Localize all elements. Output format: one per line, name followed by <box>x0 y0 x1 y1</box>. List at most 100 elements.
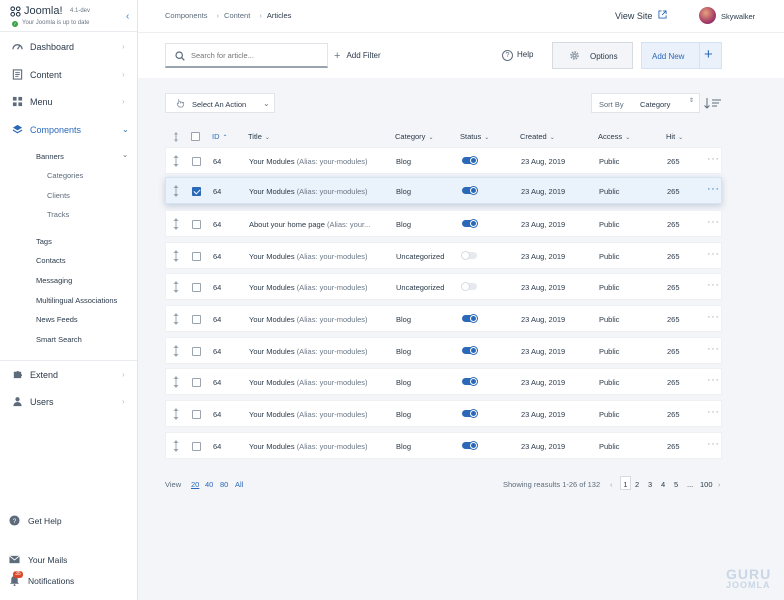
row-checkbox[interactable] <box>192 187 201 196</box>
row-checkbox[interactable] <box>192 315 201 324</box>
more-actions-icon[interactable]: ··· <box>707 153 720 165</box>
more-actions-icon[interactable]: ··· <box>707 216 720 228</box>
drag-handle-icon[interactable] <box>173 281 179 293</box>
status-toggle[interactable] <box>462 410 477 417</box>
next-page-icon[interactable]: › <box>718 480 721 489</box>
table-row[interactable]: 64 Your Modules (Alias: your-modules) Blog… <box>165 432 722 459</box>
more-actions-icon[interactable]: ··· <box>707 183 720 195</box>
sidebar-sub-contacts[interactable]: Contacts <box>36 256 66 265</box>
breadcrumb-components[interactable]: Components <box>165 11 208 20</box>
more-actions-icon[interactable]: ··· <box>707 374 720 386</box>
limit-option-all[interactable]: All <box>235 480 243 489</box>
drag-handle-icon[interactable] <box>173 313 179 325</box>
sidebar-item-users[interactable]: Users › <box>0 389 137 415</box>
table-row[interactable]: 64 Your Modules (Alias: your-modules) Blog… <box>165 368 722 395</box>
more-actions-icon[interactable]: ··· <box>707 438 720 450</box>
sort-direction-icon[interactable] <box>704 97 722 109</box>
page-4[interactable]: 4 <box>661 480 665 489</box>
sidebar-sub-categories[interactable]: Categories <box>47 171 83 180</box>
more-actions-icon[interactable]: ··· <box>707 343 720 355</box>
sidebar-sub-tags[interactable]: Tags <box>36 237 52 246</box>
row-checkbox[interactable] <box>192 347 201 356</box>
sidebar-notifications[interactable]: 35 Notifications <box>0 571 137 591</box>
sidebar-your-mails[interactable]: Your Mails <box>0 550 137 570</box>
help-button[interactable]: ? Help <box>502 50 533 61</box>
status-toggle[interactable] <box>462 283 477 290</box>
sidebar-sub-banners[interactable]: Banners <box>36 152 64 161</box>
table-row[interactable]: 64 About your home page (Alias: your... Bl… <box>165 210 722 237</box>
column-header-title[interactable]: Title ⌄ <box>248 132 270 141</box>
drag-handle-icon[interactable] <box>173 408 179 420</box>
table-row[interactable]: 64 Your Modules (Alias: your-modules) Blog… <box>165 400 722 427</box>
cell-title[interactable]: Your Modules (Alias: your-modules) <box>249 252 368 261</box>
column-header-category[interactable]: Category ⌄ <box>395 132 433 141</box>
column-header-status[interactable]: Status ⌄ <box>460 132 489 141</box>
row-checkbox[interactable] <box>192 410 201 419</box>
row-checkbox[interactable] <box>192 157 201 166</box>
sidebar-item-menu[interactable]: Menu › <box>0 89 137 115</box>
username[interactable]: Skywalker <box>721 12 755 21</box>
column-header-access[interactable]: Access ⌄ <box>598 132 630 141</box>
status-toggle[interactable] <box>462 220 477 227</box>
table-row[interactable]: 64 Your Modules (Alias: your-modules) Unca… <box>165 273 722 300</box>
page-2[interactable]: 2 <box>635 480 639 489</box>
drag-handle-icon[interactable] <box>173 155 179 167</box>
cell-title[interactable]: Your Modules (Alias: your-modules) <box>249 378 368 387</box>
article-title-link[interactable]: Your Modules <box>249 315 295 324</box>
breadcrumb-content[interactable]: Content <box>224 11 250 20</box>
page-1[interactable]: 1 <box>620 476 631 490</box>
row-checkbox[interactable] <box>192 442 201 451</box>
status-toggle[interactable] <box>462 378 477 385</box>
row-checkbox[interactable] <box>192 220 201 229</box>
sidebar-item-dashboard[interactable]: Dashboard › <box>0 34 137 60</box>
article-title-link[interactable]: Your Modules <box>249 252 295 261</box>
cell-title[interactable]: Your Modules (Alias: your-modules) <box>249 283 368 292</box>
table-row[interactable]: 64 Your Modules (Alias: your-modules) Blog… <box>165 305 722 332</box>
select-action-dropdown[interactable]: Select An Action ⌄ <box>165 93 275 113</box>
article-title-link[interactable]: Your Modules <box>249 157 295 166</box>
status-toggle[interactable] <box>462 252 477 259</box>
article-title-link[interactable]: Your Modules <box>249 187 295 196</box>
column-header-created[interactable]: Created ⌄ <box>520 132 555 141</box>
sidebar-item-extend[interactable]: Extend › <box>0 362 137 388</box>
page-5[interactable]: 5 <box>674 480 678 489</box>
cell-title[interactable]: Your Modules (Alias: your-modules) <box>249 187 368 196</box>
sidebar-sub-multilingual[interactable]: Multilingual Associations <box>36 296 117 305</box>
sidebar-get-help[interactable]: ? Get Help <box>0 511 137 531</box>
drag-handle-icon[interactable] <box>173 440 179 452</box>
article-title-link[interactable]: Your Modules <box>249 283 295 292</box>
cell-title[interactable]: Your Modules (Alias: your-modules) <box>249 315 368 324</box>
limit-option-20[interactable]: 20 <box>191 480 199 489</box>
more-actions-icon[interactable]: ··· <box>707 279 720 291</box>
page-100[interactable]: 100 <box>700 480 713 489</box>
row-checkbox[interactable] <box>192 378 201 387</box>
article-title-link[interactable]: About your home page <box>249 220 325 229</box>
collapse-sidebar-icon[interactable]: ‹ <box>126 11 129 22</box>
cell-title[interactable]: Your Modules (Alias: your-modules) <box>249 410 368 419</box>
prev-page-icon[interactable]: ‹ <box>610 480 613 489</box>
page-3[interactable]: 3 <box>648 480 652 489</box>
cell-title[interactable]: Your Modules (Alias: your-modules) <box>249 157 368 166</box>
sidebar-sub-messaging[interactable]: Messaging <box>36 276 72 285</box>
row-checkbox[interactable] <box>192 252 201 261</box>
article-title-link[interactable]: Your Modules <box>249 410 295 419</box>
view-site-link[interactable]: View Site <box>615 11 652 21</box>
add-filter-button[interactable]: + Add Filter <box>334 50 381 62</box>
drag-handle-icon[interactable] <box>173 218 179 230</box>
avatar[interactable] <box>699 7 716 24</box>
row-checkbox[interactable] <box>192 283 201 292</box>
article-title-link[interactable]: Your Modules <box>249 347 295 356</box>
sidebar-item-components[interactable]: Components ⌄ <box>0 117 137 143</box>
drag-handle-icon[interactable] <box>173 376 179 388</box>
table-row[interactable]: 64 Your Modules (Alias: your-modules) Blog… <box>165 337 722 364</box>
more-actions-icon[interactable]: ··· <box>707 406 720 418</box>
status-toggle[interactable] <box>462 187 477 194</box>
more-actions-icon[interactable]: ··· <box>707 311 720 323</box>
table-row[interactable]: 64 Your Modules (Alias: your-modules) Unca… <box>165 242 722 269</box>
status-toggle[interactable] <box>462 157 477 164</box>
external-link-icon[interactable] <box>658 10 667 19</box>
sidebar-sub-news-feeds[interactable]: News Feeds <box>36 315 78 324</box>
column-header-id[interactable]: ID ⌃ <box>212 132 228 141</box>
cell-title[interactable]: Your Modules (Alias: your-modules) <box>249 347 368 356</box>
column-header-hit[interactable]: Hit ⌄ <box>666 132 683 141</box>
